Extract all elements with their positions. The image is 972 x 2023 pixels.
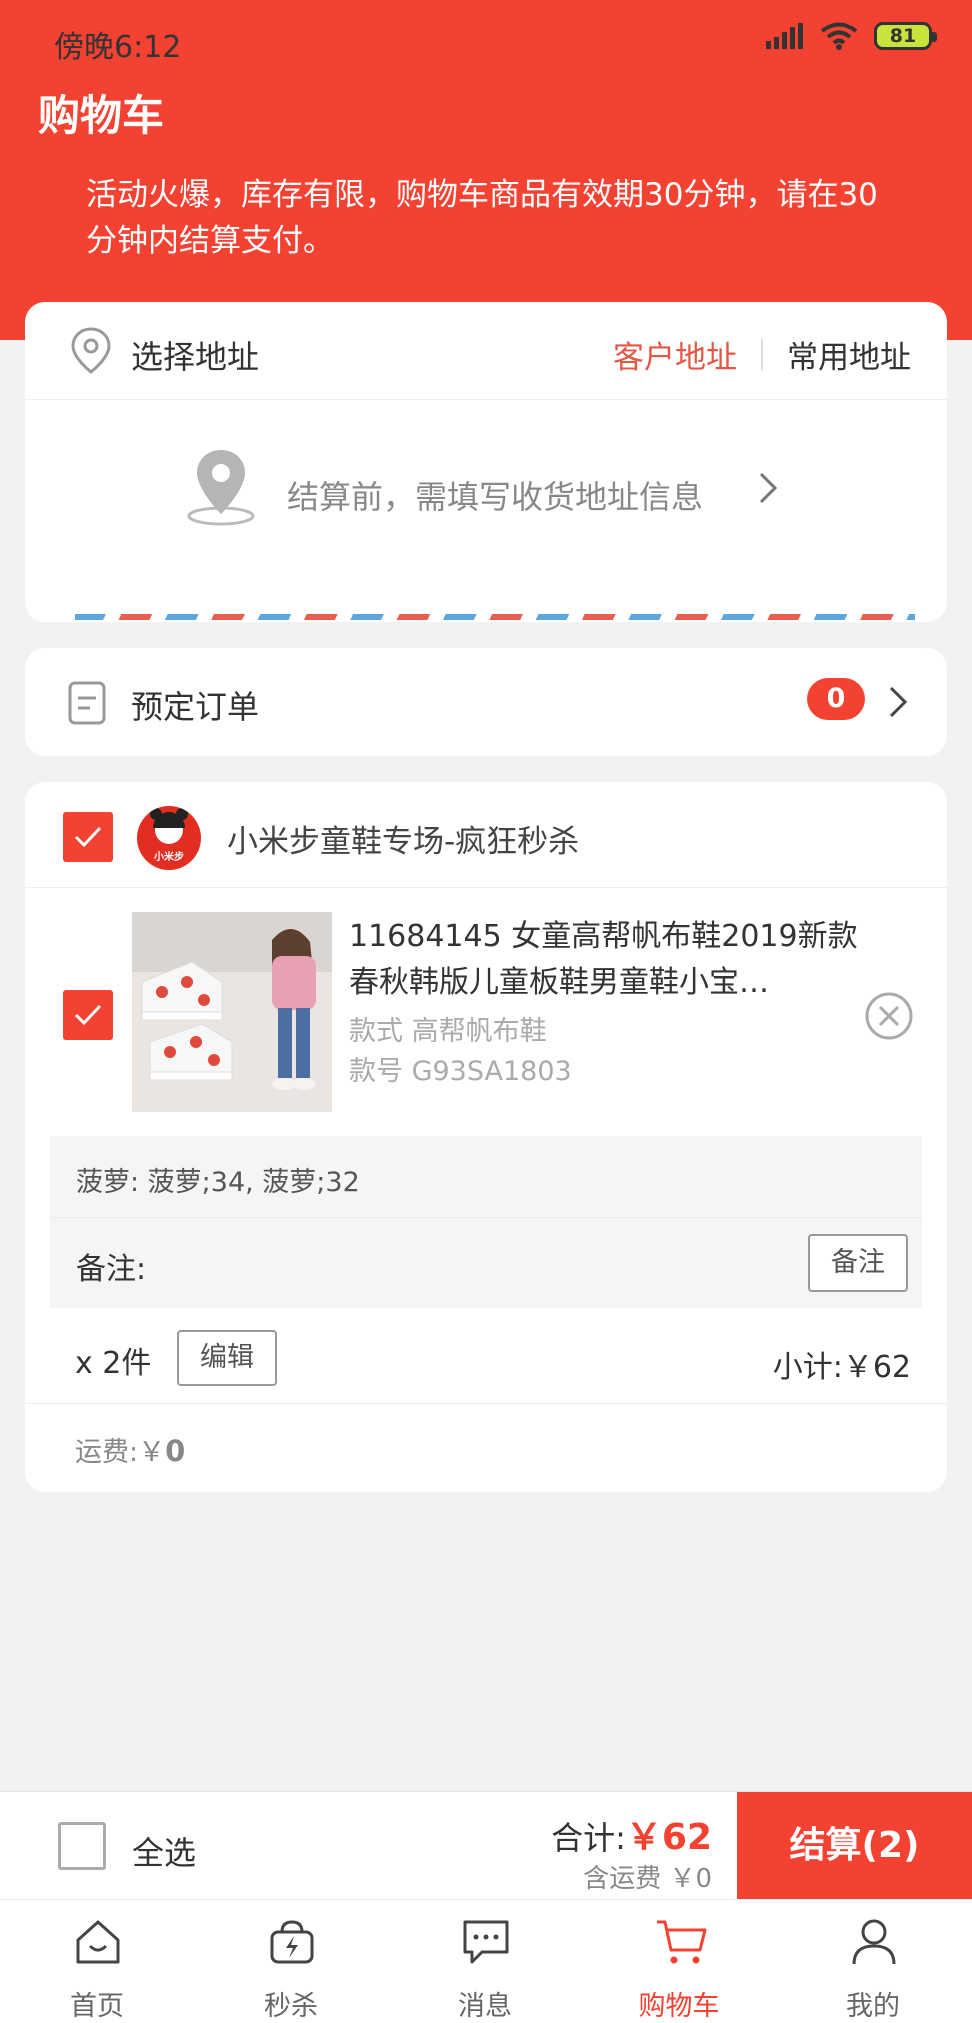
location-pin-icon <box>71 327 111 374</box>
product-code: 款号 G93SA1803 <box>349 1056 572 1087</box>
tab-label: 我的 <box>846 1991 900 2022</box>
remark-label: 备注: <box>76 1252 147 1287</box>
flash-sale-icon <box>270 1920 314 1964</box>
checkmark-icon <box>74 1004 102 1026</box>
message-icon <box>463 1920 509 1964</box>
address-tabs: 客户地址 常用地址 <box>613 332 911 377</box>
shop-logo: 小米步 <box>137 806 201 870</box>
address-card: 选择地址 客户地址 常用地址 结算前，需填写收货地址信息 <box>25 302 947 622</box>
shop-card: 小米步 小米步童鞋专场-疯狂秒杀 11684145 女童高帮帆布鞋2019新款春… <box>25 782 947 1492</box>
tab-customer-address[interactable]: 客户地址 <box>613 332 737 377</box>
cart-item: 11684145 女童高帮帆布鞋2019新款春秋韩版儿童板鞋男童鞋小宝… 款式 … <box>25 888 947 1120</box>
chevron-right-icon <box>759 472 778 504</box>
tab-common-address[interactable]: 常用地址 <box>787 332 911 377</box>
product-thumbnail[interactable] <box>132 912 332 1112</box>
checkout-button[interactable]: 结算(2) <box>737 1792 972 1900</box>
product-image <box>132 912 332 1112</box>
item-checkbox[interactable] <box>63 990 113 1040</box>
add-address-row[interactable]: 结算前，需填写收货地址信息 <box>25 400 947 600</box>
shop-header: 小米步 小米步童鞋专场-疯狂秒杀 <box>25 782 947 888</box>
status-bar: 傍晚6:12 81 <box>0 0 972 80</box>
tab-label: 消息 <box>458 1991 512 2022</box>
status-icons: 81 <box>766 22 937 50</box>
remark-row: 备注: 备注 <box>50 1218 922 1308</box>
product-meta: 款式 高帮帆布鞋 款号 G93SA1803 <box>349 1012 572 1092</box>
notice-text: 活动火爆，库存有限，购物车商品有效期30分钟，请在30分钟内结算支付。 <box>86 177 878 259</box>
shipping-label: 运费:￥ <box>75 1437 166 1468</box>
reserve-count-badge: 0 <box>807 678 865 720</box>
tab-label: 秒杀 <box>264 1991 318 2022</box>
status-time: 傍晚6:12 <box>54 30 182 65</box>
logo-bow <box>176 808 188 820</box>
address-header: 选择地址 客户地址 常用地址 <box>25 302 947 400</box>
total-line: 合计:￥62 <box>551 1808 712 1860</box>
tab-divider <box>761 338 763 371</box>
tab-home[interactable]: 首页 <box>0 1900 194 2023</box>
product-style: 款式 高帮帆布鞋 <box>349 1016 547 1047</box>
item-spec-row: 菠萝: 菠萝;34, 菠萝;32 <box>50 1136 922 1218</box>
remove-item-icon[interactable] <box>863 990 915 1042</box>
tab-bar: 首页 秒杀 消息 购物车 我的 <box>0 1899 972 2023</box>
page-title: 购物车 <box>38 91 165 140</box>
checkout-bar: 全选 合计:￥62 含运费 ￥0 结算(2) <box>0 1791 972 1900</box>
tab-messages[interactable]: 消息 <box>388 1900 582 2023</box>
total-label: 合计: <box>551 1819 626 1857</box>
shipping-included: 含运费 ￥0 <box>583 1864 712 1894</box>
quantity-row: x 2件 编辑 小计:￥62 <box>25 1308 947 1404</box>
tab-flash-sale[interactable]: 秒杀 <box>194 1900 388 2023</box>
total-amount: ￥62 <box>625 1817 712 1858</box>
signal-icon <box>766 23 803 49</box>
shop-name[interactable]: 小米步童鞋专场-疯狂秒杀 <box>227 816 579 861</box>
address-title: 选择地址 <box>131 338 260 376</box>
tab-cart[interactable]: 购物车 <box>582 1900 776 2023</box>
map-pin-icon <box>187 450 255 526</box>
cart-icon <box>657 1920 707 1964</box>
shop-checkbox[interactable] <box>63 812 113 862</box>
tab-label: 首页 <box>70 1991 124 2022</box>
item-quantity: x 2件 <box>75 1346 152 1381</box>
battery-indicator: 81 <box>874 22 937 50</box>
airmail-border <box>75 614 915 620</box>
tab-profile[interactable]: 我的 <box>776 1900 970 2023</box>
tab-label: 购物车 <box>638 1991 720 2022</box>
logo-text: 小米步 <box>154 852 184 863</box>
select-all-checkbox[interactable] <box>58 1822 106 1870</box>
checkmark-icon <box>74 826 102 848</box>
home-icon <box>76 1920 120 1964</box>
item-subtotal: 小计:￥62 <box>772 1350 911 1385</box>
wifi-icon <box>820 22 858 50</box>
document-icon <box>68 681 106 725</box>
user-icon <box>852 1919 896 1965</box>
remark-button[interactable]: 备注 <box>808 1234 908 1292</box>
logo-bow <box>150 808 162 820</box>
address-hint: 结算前，需填写收货地址信息 <box>287 478 704 516</box>
reserve-order-row[interactable]: 预定订单 0 <box>25 648 947 756</box>
reserve-order-label: 预定订单 <box>131 688 260 726</box>
chevron-right-icon <box>889 686 908 718</box>
edit-button[interactable]: 编辑 <box>177 1330 277 1386</box>
shipping-value: 0 <box>165 1434 186 1468</box>
select-all-label[interactable]: 全选 <box>132 1828 196 1874</box>
item-spec: 菠萝: 菠萝;34, 菠萝;32 <box>76 1167 360 1198</box>
shipping-fee: 运费:￥0 <box>75 1430 185 1469</box>
product-title[interactable]: 11684145 女童高帮帆布鞋2019新款春秋韩版儿童板鞋男童鞋小宝… <box>349 914 869 1006</box>
